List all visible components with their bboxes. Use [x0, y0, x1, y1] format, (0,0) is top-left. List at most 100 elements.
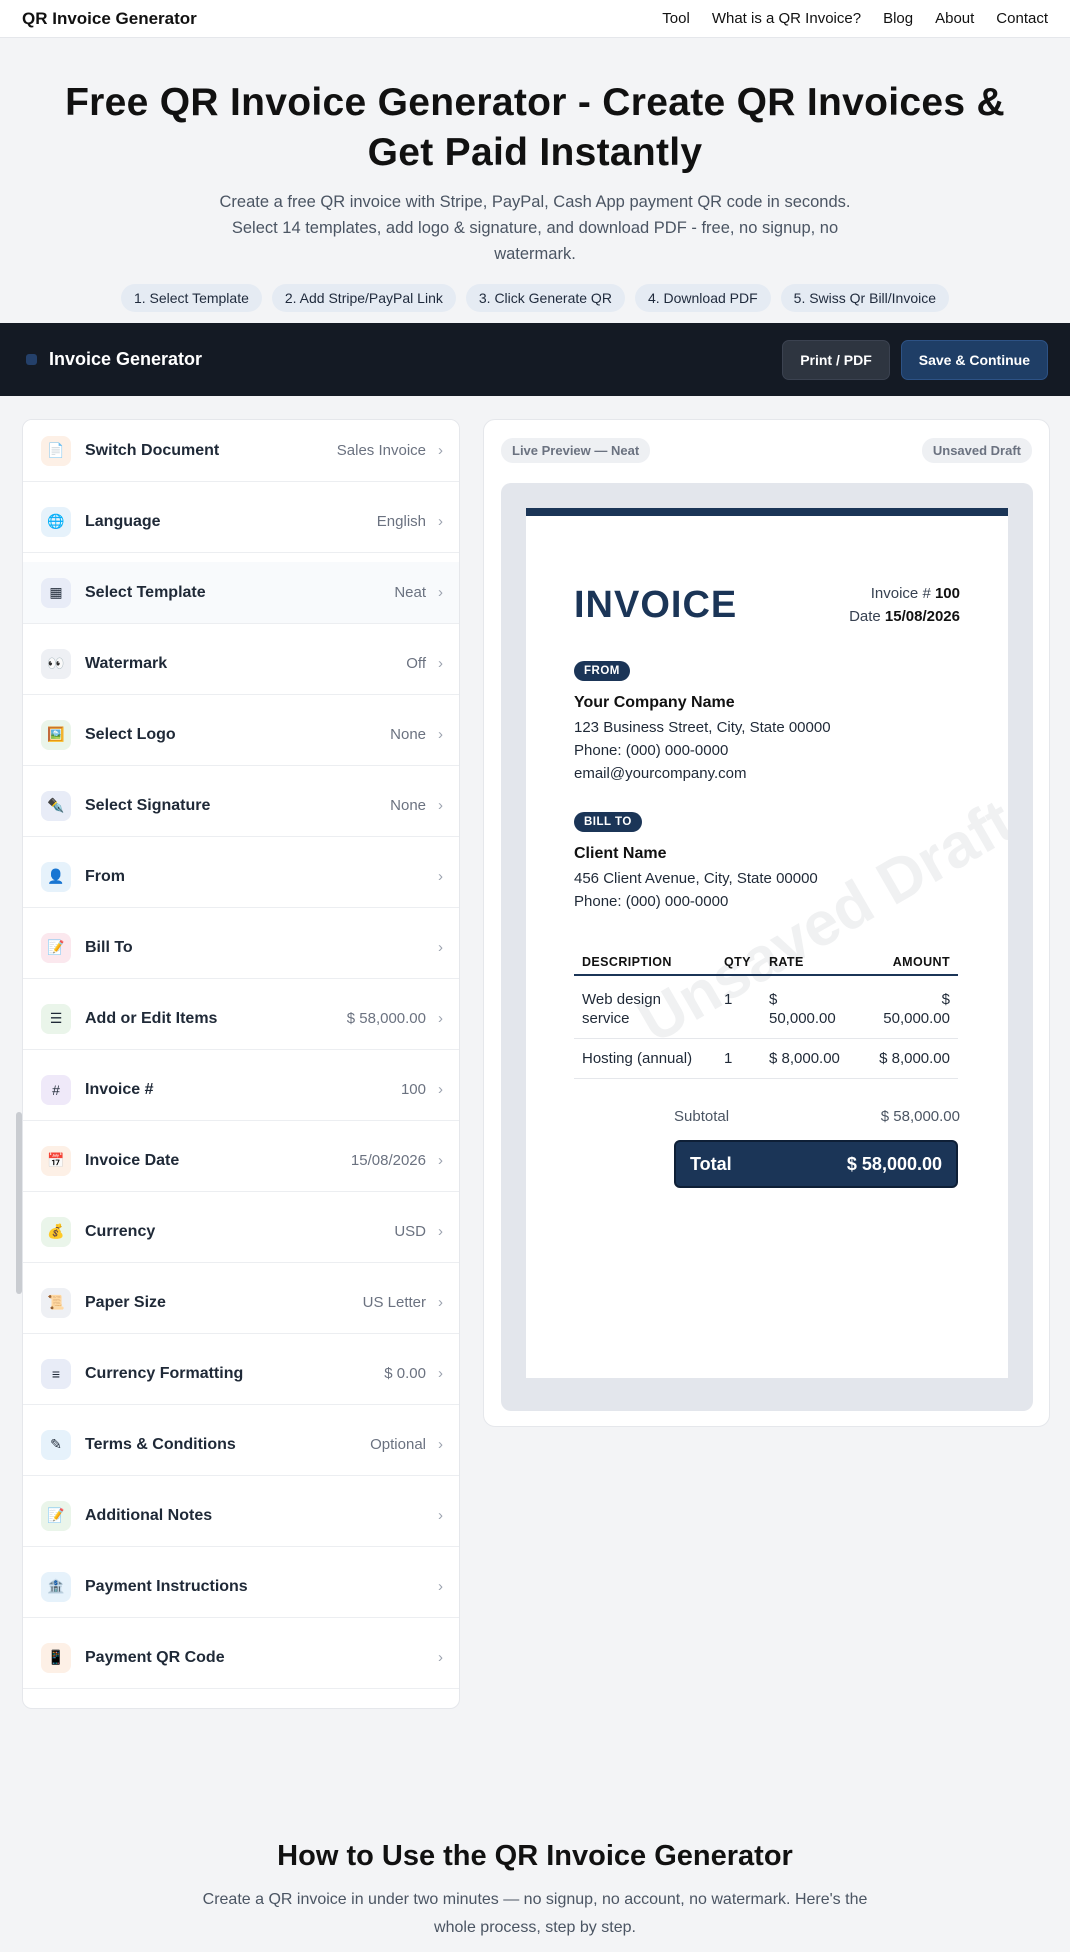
step-chip: 4. Download PDF	[634, 284, 771, 312]
settings-row-label: Switch Document	[85, 441, 220, 459]
item-amount-line: $	[941, 991, 950, 1008]
chevron-right-icon: ›	[438, 726, 443, 743]
table-row: Web design service 1 $ 50,000.00 $ 50,00…	[574, 979, 958, 1039]
settings-row-label: Invoice Date	[85, 1151, 180, 1169]
settings-row-invoice[interactable]: # Invoice # 100 ›	[23, 1059, 459, 1121]
invoice-title: INVOICE	[574, 584, 738, 626]
settings-row-label: Select Logo	[85, 725, 176, 743]
bank-icon: 🏦	[41, 1571, 71, 1602]
settings-row-currency[interactable]: 💰 Currency USD ›	[23, 1201, 459, 1263]
nav-links: Tool What is a QR Invoice? Blog About Co…	[662, 10, 1048, 27]
settings-row-select-logo[interactable]: 🖼️ Select Logo None ›	[23, 704, 459, 766]
chevron-right-icon: ›	[438, 1223, 443, 1240]
settings-row-payment-qr-code[interactable]: 📱 Payment QR Code ›	[23, 1627, 459, 1689]
chevron-right-icon: ›	[438, 513, 443, 530]
nav-link-about[interactable]: About	[935, 10, 974, 27]
settings-row-select-template[interactable]: ▦ Select Template Neat ›	[23, 562, 459, 624]
memo-icon: 📝	[41, 1500, 71, 1531]
chevron-right-icon: ›	[438, 1507, 443, 1524]
item-rate: $ 8,000.00	[769, 1050, 840, 1067]
site-brand[interactable]: QR Invoice Generator	[22, 9, 197, 29]
hero-section: Free QR Invoice Generator - Create QR In…	[0, 38, 1070, 323]
globe-icon: 🌐	[41, 506, 71, 537]
chevron-right-icon: ›	[438, 442, 443, 459]
chevron-right-icon: ›	[438, 1294, 443, 1311]
item-amount: $ 8,000.00	[879, 1050, 950, 1067]
item-rate-line: $	[769, 991, 778, 1008]
top-navbar: QR Invoice Generator Tool What is a QR I…	[0, 0, 1070, 38]
settings-row-additional-notes[interactable]: 📝 Additional Notes ›	[23, 1485, 459, 1547]
settings-row-value: None	[390, 726, 426, 743]
steps-row: 1. Select Template 2. Add Stripe/PayPal …	[0, 284, 1070, 312]
page-scrollbar[interactable]	[16, 1112, 22, 1294]
settings-row-value: Neat	[394, 584, 426, 601]
chevron-right-icon: ›	[438, 797, 443, 814]
item-qty: 1	[724, 1050, 733, 1067]
settings-row-bill-to[interactable]: 📝 Bill To ›	[23, 917, 459, 979]
col-rate: RATE	[769, 955, 804, 969]
invoice-number-label: Invoice #	[870, 585, 931, 602]
settings-row-label: Terms & Conditions	[85, 1435, 236, 1453]
items-table-header: DESCRIPTION QTY RATE AMOUNT	[574, 946, 958, 976]
item-qty: 1	[724, 991, 733, 1008]
settings-row-terms-conditions[interactable]: ✎ Terms & Conditions Optional ›	[23, 1414, 459, 1476]
settings-row-value: US Letter	[362, 1294, 426, 1311]
howto-subtitle: Create a QR invoice in under two minutes…	[202, 1891, 868, 1936]
nav-link-blog[interactable]: Blog	[883, 10, 913, 27]
total-label: Total	[690, 1153, 732, 1174]
settings-row-label: Additional Notes	[85, 1506, 213, 1524]
settings-row-label: Bill To	[85, 938, 133, 956]
settings-panel: 📄 Switch Document Sales Invoice › 🌐 Language E…	[22, 419, 460, 1709]
toolbar-title: Invoice Generator	[49, 349, 203, 369]
nav-link-tool[interactable]: Tool	[662, 10, 690, 27]
invoice-paper: Unsaved Draft INVOICE Invoice # 100 Date…	[526, 508, 1008, 1378]
settings-row-label: Payment Instructions	[85, 1577, 248, 1595]
chevron-right-icon: ›	[438, 655, 443, 672]
total-value: $ 58,000.00	[846, 1153, 942, 1174]
settings-row-paper-size[interactable]: 📜 Paper Size US Letter ›	[23, 1272, 459, 1334]
phone-icon: 📱	[41, 1642, 71, 1673]
nav-link-what-is[interactable]: What is a QR Invoice?	[712, 10, 861, 27]
print-pdf-button[interactable]: Print / PDF	[782, 339, 890, 380]
settings-row-payment-instructions[interactable]: 🏦 Payment Instructions ›	[23, 1556, 459, 1618]
settings-row-value: None	[390, 797, 426, 814]
item-amount: $ 50,000.00	[883, 990, 950, 1028]
item-amount-line: 50,000.00	[883, 1010, 950, 1027]
chevron-right-icon: ›	[438, 1010, 443, 1027]
hero-title: Free QR Invoice Generator - Create QR In…	[65, 81, 1005, 174]
nav-link-contact[interactable]: Contact	[996, 10, 1048, 27]
settings-row-currency-formatting[interactable]: ≡ Currency Formatting $ 0.00 ›	[23, 1343, 459, 1405]
col-qty: QTY	[724, 955, 751, 969]
user-icon: 👤	[41, 861, 71, 892]
settings-row-language[interactable]: 🌐 Language English ›	[23, 491, 459, 553]
settings-row-select-signature[interactable]: ✒️ Select Signature None ›	[23, 775, 459, 837]
total-box: Total $ 58,000.00	[674, 1140, 958, 1188]
money-bag-icon: 💰	[41, 1216, 71, 1247]
eyes-icon: 👀	[41, 648, 71, 679]
chevron-right-icon: ›	[438, 1578, 443, 1595]
settings-row-watermark[interactable]: 👀 Watermark Off ›	[23, 633, 459, 695]
settings-row-label: Paper Size	[85, 1293, 166, 1311]
settings-row-switch-document[interactable]: 📄 Switch Document Sales Invoice ›	[23, 420, 459, 482]
save-continue-button[interactable]: Save & Continue	[900, 339, 1048, 380]
settings-row-from[interactable]: 👤 From ›	[23, 846, 459, 908]
subtotal-label: Subtotal	[674, 1108, 730, 1125]
invoice-number: 100	[934, 585, 960, 602]
settings-row-invoice-date[interactable]: 📅 Invoice Date 15/08/2026 ›	[23, 1130, 459, 1192]
item-description-line: Web design	[582, 991, 661, 1008]
settings-row-value: $ 58,000.00	[346, 1010, 426, 1027]
billto-phone: Phone: (000) 000-0000	[574, 893, 729, 910]
generator-toolbar: Invoice Generator Print / PDF Save & Con…	[0, 323, 1070, 396]
settings-row-value: Optional	[370, 1436, 426, 1453]
settings-row-value: 15/08/2026	[350, 1152, 426, 1169]
preview-stage: Unsaved Draft INVOICE Invoice # 100 Date…	[501, 483, 1033, 1411]
preview-panel: Live Preview — Neat Unsaved Draft Unsave…	[483, 419, 1050, 1427]
settings-row-add-or-edit-items[interactable]: ☰ Add or Edit Items $ 58,000.00 ›	[23, 988, 459, 1050]
invoice-date-label: Date	[849, 608, 881, 625]
settings-row-value: 100	[400, 1081, 426, 1098]
from-phone: Phone: (000) 000-0000	[574, 742, 729, 759]
step-chip: 5. Swiss Qr Bill/Invoice	[780, 284, 950, 312]
billto-name: Client Name	[574, 845, 667, 862]
settings-row-value: $ 0.00	[384, 1365, 426, 1382]
list-icon: ☰	[41, 1003, 71, 1034]
